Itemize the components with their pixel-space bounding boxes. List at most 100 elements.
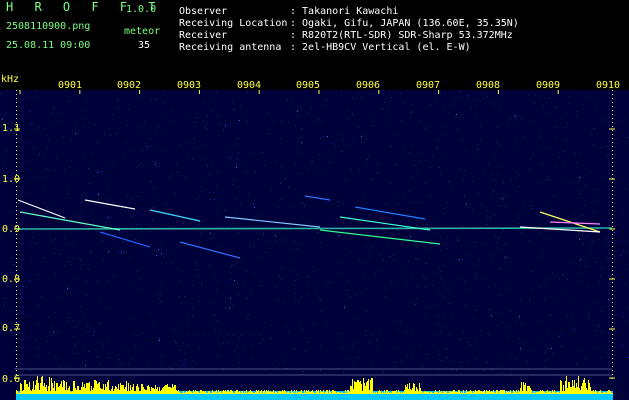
histogram-bar [331,393,332,394]
noise-pixel [301,296,302,297]
noise-pixel [48,317,49,318]
noise-pixel [381,271,382,272]
histogram-bar [469,391,470,394]
noise-pixel [343,139,344,140]
noise-pixel [100,300,101,301]
histogram-bar [202,391,203,394]
noise-pixel [449,335,450,336]
y-axis-dot [612,282,613,283]
noise-pixel [614,232,615,233]
noise-pixel [155,163,156,164]
noise-pixel [372,335,373,336]
noise-pixel [171,263,172,264]
noise-pixel [515,191,516,192]
noise-pixel [269,241,270,242]
noise-pixel [547,209,548,210]
histogram-bar [248,392,249,394]
noise-pixel [280,199,281,200]
histogram-bar [378,391,379,394]
histogram-bar [413,383,414,394]
noise-pixel [460,168,461,169]
noise-pixel [85,119,86,120]
noise-pixel [437,101,438,102]
noise-pixel [128,109,129,110]
histogram-bar [128,383,129,394]
noise-pixel [602,219,603,220]
histogram-bar [46,385,47,394]
noise-pixel [407,229,408,230]
noise-pixel [183,343,184,344]
histogram-bar [522,391,523,394]
noise-pixel [509,326,510,327]
noise-pixel [113,275,114,276]
noise-pixel [499,238,500,239]
noise-pixel [492,260,493,261]
noise-pixel [185,176,186,177]
noise-pixel [161,365,162,366]
noise-pixel [508,337,509,338]
noise-pixel [410,105,411,106]
noise-pixel [54,106,55,107]
y-axis-dot [16,170,17,171]
histogram-bar [578,376,579,394]
noise-pixel [73,257,74,258]
noise-pixel [281,221,282,222]
noise-pixel [557,127,558,128]
noise-pixel [370,116,371,117]
noise-pixel [542,253,543,254]
noise-pixel [608,299,609,300]
noise-pixel [34,177,35,178]
y-axis-dot [612,322,613,323]
noise-pixel [69,261,70,262]
histogram-bar [420,388,421,394]
histogram-bar [245,393,246,394]
y-axis-dot [612,174,613,175]
noise-pixel [394,362,395,363]
histogram-bar [276,392,277,394]
noise-pixel [356,98,357,99]
histogram-bar [146,390,147,394]
histogram-bar [256,390,257,394]
histogram-bar [327,390,328,394]
noise-pixel [486,217,487,218]
histogram-bar [470,390,471,394]
noise-pixel [33,148,34,149]
histogram-bar [552,390,553,394]
histogram-bar [192,393,193,394]
histogram-bar [16,390,17,394]
noise-pixel [615,240,616,241]
histogram-bar [171,388,172,394]
histogram-bar [600,390,601,394]
noise-pixel [293,258,294,259]
y-axis-dot [16,346,17,347]
noise-pixel [428,160,429,161]
y-axis-dot [16,266,17,267]
histogram-bar [194,392,195,394]
noise-pixel [32,237,33,238]
histogram-bar [270,391,271,394]
histogram-bar [373,393,374,394]
y-axis-dot [16,194,17,195]
histogram-bar [82,382,83,394]
noise-pixel [464,170,465,171]
noise-pixel [444,214,445,215]
noise-pixel [562,291,563,292]
histogram-bar [585,383,586,394]
noise-pixel [86,281,87,282]
noise-pixel [592,324,593,325]
noise-pixel [438,370,439,371]
noise-pixel [588,286,589,287]
noise-pixel [320,370,321,371]
histogram-bar [36,380,37,394]
histogram-bar [438,393,439,394]
noise-pixel [462,259,463,260]
noise-pixel [412,333,413,334]
histogram-bar [269,392,270,394]
noise-pixel [235,143,236,144]
noise-pixel [109,199,110,200]
noise-pixel [236,199,237,200]
noise-pixel [36,243,37,244]
noise-pixel [249,241,250,242]
noise-pixel [424,128,425,129]
noise-pixel [68,102,69,103]
